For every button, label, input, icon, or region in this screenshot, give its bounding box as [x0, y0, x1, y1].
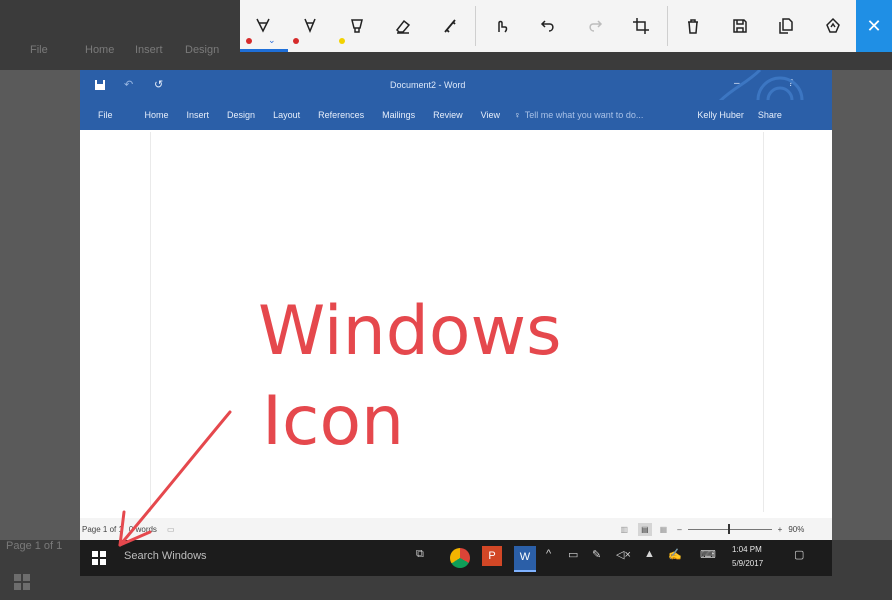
touch-writing-icon	[498, 20, 508, 33]
document-title: Document2 - Word	[390, 80, 466, 90]
notification-icon[interactable]: ▢	[794, 548, 804, 561]
search-box[interactable]: Search Windows	[124, 550, 207, 562]
word-title-bar: ↶ ↺ Document2 - Word – ?	[80, 70, 832, 130]
zoom-slider-thumb[interactable]	[727, 523, 730, 534]
clock-time[interactable]: 1:04 PM	[732, 545, 762, 554]
lightbulb-icon: ♀	[514, 110, 521, 120]
save-icon	[732, 19, 747, 33]
ribbon-tabs: File Home Insert Design Layout Reference…	[80, 100, 832, 130]
ink-workspace-icon[interactable]: ✍	[668, 548, 682, 561]
refresh-icon[interactable]: ↺	[154, 78, 163, 91]
ink-toolbar: ⌄	[240, 0, 856, 52]
ballpoint-pen-icon	[256, 18, 270, 33]
crop-button[interactable]	[618, 0, 665, 52]
toolbar-divider	[475, 6, 477, 46]
pencil-button[interactable]	[287, 0, 334, 52]
drive-icon[interactable]: ▲	[644, 548, 655, 560]
user-name[interactable]: Kelly Huber	[697, 110, 744, 120]
status-page[interactable]: Page 1 of 1	[82, 525, 123, 534]
word-status-bar: Page 1 of 1 0 words ▭ ▥ ▤ ▦ – + 90%	[80, 518, 832, 540]
redo-icon	[589, 20, 602, 32]
tab-design[interactable]: Design	[227, 110, 255, 120]
share-icon	[825, 17, 840, 33]
taskbar: Search Windows ⧉ P W ^ ▭ ✎ ◁× ▲ ✍ ⌨ 1:04…	[80, 540, 832, 576]
volume-muted-icon[interactable]: ◁×	[616, 548, 631, 561]
chrome-icon[interactable]	[450, 548, 470, 568]
ghost-status-page: Page 1 of 1	[6, 540, 63, 552]
tab-references[interactable]: References	[318, 110, 364, 120]
chevron-down-icon[interactable]: ⌄	[268, 35, 276, 46]
tab-mailings[interactable]: Mailings	[382, 110, 415, 120]
ghost-menu-file: File	[30, 44, 48, 56]
ballpoint-pen-button[interactable]: ⌄	[240, 0, 288, 52]
proofing-icon[interactable]: ▭	[167, 525, 175, 534]
highlighter-button[interactable]	[333, 0, 380, 52]
battery-icon[interactable]: ▭	[568, 548, 578, 561]
pencil-color-dot	[292, 38, 299, 44]
pen-icon[interactable]: ✎	[592, 548, 601, 561]
toolbar-divider	[666, 6, 668, 46]
tell-me-box[interactable]: Tell me what you want to do...	[525, 110, 644, 120]
chevron-up-icon[interactable]: ^	[546, 548, 551, 560]
tab-insert[interactable]: Insert	[187, 110, 210, 120]
windows-icon	[92, 551, 106, 565]
powerpoint-icon[interactable]: P	[482, 546, 502, 566]
undo-icon	[540, 20, 554, 32]
close-icon: ✕	[866, 15, 882, 36]
delete-button[interactable]	[670, 0, 717, 52]
selected-indicator	[240, 49, 288, 52]
undo-icon[interactable]: ↶	[124, 78, 133, 91]
clock-date[interactable]: 5/9/2017	[732, 559, 763, 568]
crop-icon	[633, 18, 650, 34]
share-button[interactable]	[809, 0, 856, 52]
save-button[interactable]	[716, 0, 763, 52]
pencil-icon	[304, 18, 316, 33]
word-window: ↶ ↺ Document2 - Word – ? File Home Inser…	[80, 70, 832, 540]
ghost-menu-home: Home	[85, 44, 115, 56]
copy-icon	[779, 18, 793, 34]
tab-view[interactable]: View	[481, 110, 500, 120]
zoom-out-icon[interactable]: –	[677, 525, 681, 534]
screen-background-right	[832, 70, 892, 540]
web-layout-icon[interactable]: ▦	[660, 525, 668, 534]
zoom-level[interactable]: 90%	[788, 525, 804, 534]
ruler-icon	[444, 19, 456, 33]
ghost-menu-insert: Insert	[135, 44, 163, 56]
eraser-button[interactable]	[380, 0, 427, 52]
close-button[interactable]: ✕	[856, 0, 892, 52]
tab-file[interactable]: File	[98, 110, 113, 120]
copy-button[interactable]	[763, 0, 810, 52]
ghost-windows-icon	[14, 574, 30, 590]
eraser-icon	[396, 19, 411, 34]
save-icon[interactable]	[94, 79, 106, 91]
zoom-in-icon[interactable]: +	[778, 525, 783, 534]
share-button[interactable]: Share	[758, 110, 782, 120]
tab-layout[interactable]: Layout	[273, 110, 300, 120]
print-layout-icon[interactable]: ▤	[638, 522, 652, 536]
screen-background-left	[0, 70, 80, 540]
read-mode-icon[interactable]: ▥	[621, 525, 629, 534]
tab-home[interactable]: Home	[145, 110, 169, 120]
ghost-menu-design: Design	[185, 44, 220, 56]
touch-writing-button[interactable]	[478, 0, 525, 52]
trash-icon	[687, 19, 698, 34]
zoom-slider[interactable]	[687, 523, 772, 534]
keyboard-icon[interactable]: ⌨	[700, 548, 716, 561]
status-words[interactable]: 0 words	[129, 525, 157, 534]
pen-color-dot	[246, 38, 252, 44]
task-view-icon[interactable]: ⧉	[416, 548, 424, 561]
highlighter-icon	[350, 19, 363, 33]
start-button[interactable]	[80, 540, 118, 576]
undo-button[interactable]	[525, 0, 572, 52]
word-taskbar-icon[interactable]: W	[514, 546, 536, 572]
redo-button[interactable]	[571, 0, 618, 52]
tab-review[interactable]: Review	[433, 110, 463, 120]
document-page[interactable]	[150, 132, 764, 512]
highlighter-color-dot	[339, 38, 346, 44]
ruler-button[interactable]	[427, 0, 474, 52]
